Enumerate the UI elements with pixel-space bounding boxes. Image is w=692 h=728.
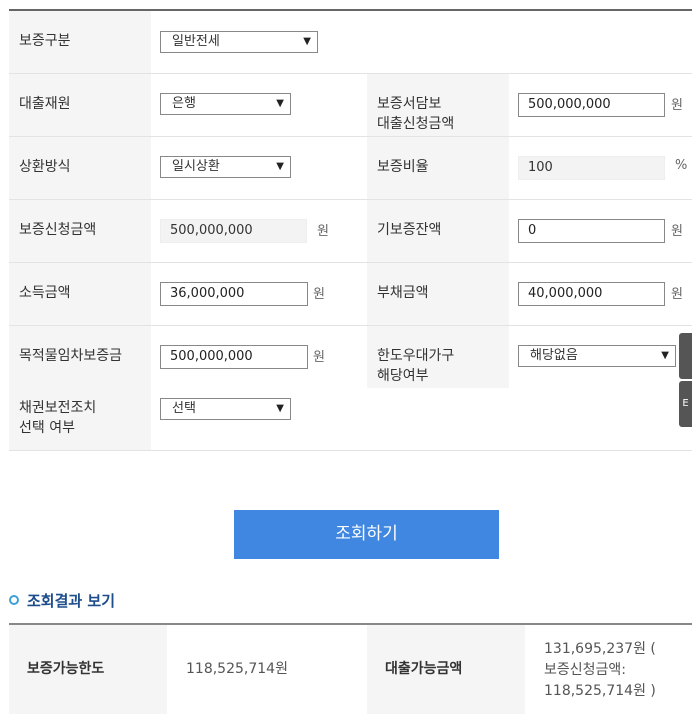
- circle-bullet-icon: [9, 594, 19, 605]
- limit-label: 보증가능한도: [9, 625, 167, 714]
- guarantee-ratio-label: 보증비율: [367, 137, 509, 199]
- results-title-text: 조회결과 보기: [27, 592, 116, 610]
- doc-loan-amount-label-line1: 보증서담보: [377, 96, 442, 112]
- loan-value-line2: 보증신청금액:: [544, 662, 626, 678]
- debt-label: 부채금액: [367, 263, 509, 325]
- search-button[interactable]: 조회하기: [234, 510, 499, 559]
- preferential-label-line2: 해당여부: [377, 368, 429, 384]
- doc-loan-amount-label-line2: 대출신청금액: [377, 116, 455, 132]
- doc-loan-amount-label: 보증서담보 대출신청금액: [367, 74, 509, 136]
- existing-balance-input[interactable]: 0: [518, 219, 665, 243]
- income-input[interactable]: 36,000,000: [160, 282, 308, 306]
- guarantee-type-label: 보증구분: [9, 11, 151, 73]
- bond-preserve-select[interactable]: 선택 ▼: [160, 398, 291, 420]
- results-table: 보증가능한도 118,525,714원 대출가능금액 131,695,237원 …: [9, 623, 692, 714]
- results-title: 조회결과 보기: [9, 590, 115, 611]
- guarantee-ratio-field: 100: [518, 156, 665, 180]
- deposit-unit: 원: [313, 350, 325, 365]
- bond-preserve-label: 채권보전조치 선택 여부: [9, 388, 151, 450]
- form-row-loan-source: 대출재원 은행 ▼ 보증서담보 대출신청금액 500,000,000 원: [9, 74, 692, 137]
- income-label: 소득금액: [9, 263, 151, 325]
- guarantee-type-value: 일반전세: [172, 34, 220, 49]
- chevron-down-icon: ▼: [276, 161, 284, 172]
- doc-loan-amount-unit: 원: [671, 98, 683, 113]
- form-row-repayment: 상환방식 일시상환 ▼ 보증비율 100 %: [9, 137, 692, 200]
- form-row-guarantee-type: 보증구분 일반전세 ▼: [9, 11, 692, 74]
- preferential-value: 해당없음: [530, 348, 578, 363]
- preferential-label: 한도우대가구 해당여부: [367, 326, 509, 388]
- loan-value-line3: 118,525,714원 ): [544, 683, 656, 699]
- debt-input[interactable]: 40,000,000: [518, 282, 665, 306]
- limit-value: 118,525,714원: [186, 661, 288, 677]
- repayment-value: 일시상환: [172, 159, 220, 174]
- deposit-label: 목적물임차보증금: [9, 326, 151, 388]
- guarantee-apply-unit: 원: [317, 224, 329, 239]
- loan-source-label: 대출재원: [9, 74, 151, 136]
- chevron-down-icon: ▼: [303, 36, 311, 47]
- deposit-input[interactable]: 500,000,000: [160, 345, 308, 369]
- repayment-select[interactable]: 일시상환 ▼: [160, 156, 291, 178]
- debt-unit: 원: [671, 287, 683, 302]
- chevron-down-icon: ▼: [276, 98, 284, 109]
- bond-preserve-value: 선택: [172, 401, 196, 416]
- side-button-bottom[interactable]: E: [679, 381, 692, 427]
- bond-preserve-label-line2: 선택 여부: [19, 420, 75, 436]
- loan-label: 대출가능금액: [367, 625, 525, 714]
- loan-value-line1: 131,695,237원 (: [544, 641, 656, 657]
- loan-source-select[interactable]: 은행 ▼: [160, 93, 291, 115]
- existing-balance-unit: 원: [671, 224, 683, 239]
- loan-value: 131,695,237원 ( 보증신청금액: 118,525,714원 ): [544, 625, 656, 728]
- guarantee-type-select[interactable]: 일반전세 ▼: [160, 31, 318, 53]
- repayment-label: 상환방식: [9, 137, 151, 199]
- preferential-label-line1: 한도우대가구: [377, 348, 455, 364]
- existing-balance-label: 기보증잔액: [367, 200, 509, 262]
- form-row-guarantee-apply: 보증신청금액 500,000,000 원 기보증잔액 0 원: [9, 200, 692, 263]
- guarantee-form: 보증구분 일반전세 ▼ 대출재원 은행 ▼ 보증서담보 대출신청금액 500,0…: [9, 9, 692, 451]
- preferential-select[interactable]: 해당없음 ▼: [518, 345, 676, 367]
- guarantee-apply-label: 보증신청금액: [9, 200, 151, 262]
- form-row-income: 소득금액 36,000,000 원 부채금액 40,000,000 원: [9, 263, 692, 326]
- income-unit: 원: [313, 287, 325, 302]
- guarantee-ratio-unit: %: [675, 158, 688, 173]
- bond-preserve-label-line1: 채권보전조치: [19, 400, 97, 416]
- chevron-down-icon: ▼: [276, 403, 284, 414]
- guarantee-apply-field: 500,000,000: [160, 219, 307, 243]
- loan-source-value: 은행: [172, 96, 196, 111]
- form-row-bond-preserve: 채권보전조치 선택 여부 선택 ▼: [9, 388, 692, 451]
- form-row-deposit: 목적물임차보증금 500,000,000 원 한도우대가구 해당여부 해당없음 …: [9, 326, 692, 388]
- chevron-down-icon: ▼: [661, 350, 669, 361]
- side-button-top[interactable]: [679, 333, 692, 379]
- doc-loan-amount-input[interactable]: 500,000,000: [518, 93, 665, 117]
